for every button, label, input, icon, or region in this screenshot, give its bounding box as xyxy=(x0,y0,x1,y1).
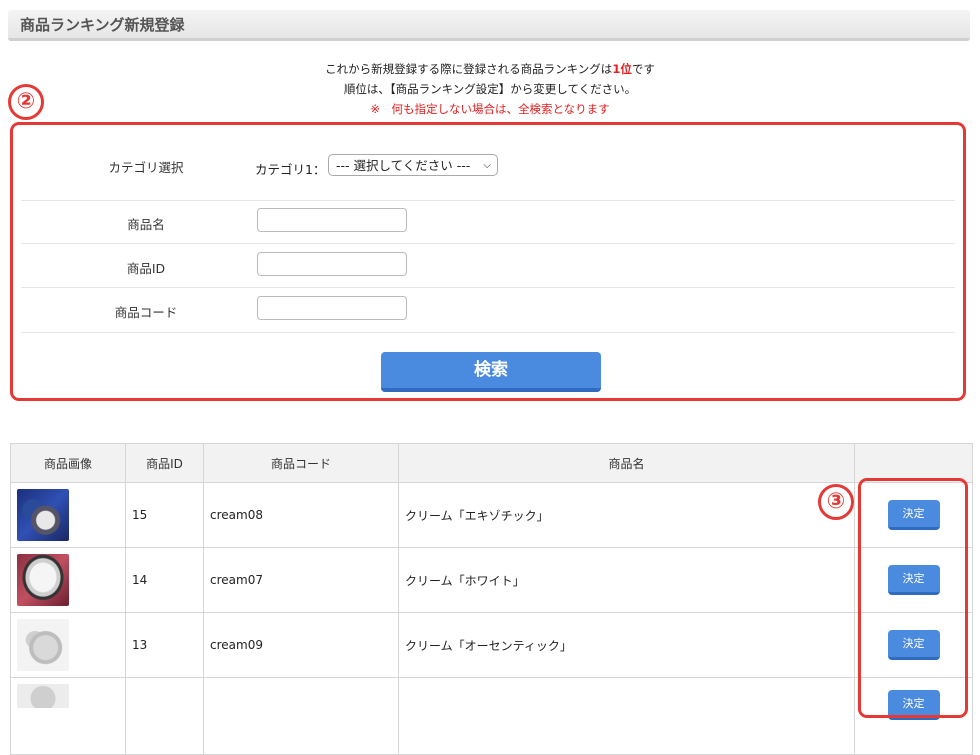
product-id-cell xyxy=(125,677,204,755)
product-code-cell: cream08 xyxy=(203,482,399,548)
notice-warning: ※ 何も指定しない場合は、全検索となります xyxy=(370,102,610,116)
product-name-label: 商品名 xyxy=(127,217,165,232)
annotation-marker-2: ② xyxy=(8,84,44,120)
notice-line-1: これから新規登録する際に登録される商品ランキングは1位です xyxy=(0,61,980,77)
table-row: 決定 xyxy=(10,677,973,755)
product-thumbnail xyxy=(17,489,69,541)
search-form: カテゴリ選択 カテゴリ1： --- 選択してください --- ⌵ 商品名 商品I… xyxy=(10,122,966,401)
product-thumbnail xyxy=(17,619,69,671)
category1-label: カテゴリ1： xyxy=(255,162,326,177)
product-id-label: 商品ID xyxy=(126,261,166,276)
search-button[interactable]: 検索 xyxy=(381,352,601,392)
page-title: 商品ランキング新規登録 xyxy=(20,16,185,34)
decide-column-highlight xyxy=(858,478,968,718)
product-id-row: 商品ID xyxy=(21,244,955,288)
product-image-cell xyxy=(10,482,126,548)
page-title-bar: 商品ランキング新規登録 xyxy=(8,10,970,41)
product-name-row: 商品名 xyxy=(21,200,955,244)
product-code-row: 商品コード xyxy=(21,288,955,333)
header-product-code: 商品コード xyxy=(203,443,399,483)
notice-text: これから新規登録する際に登録される商品ランキングは xyxy=(325,62,613,76)
product-name-cell: クリーム「エキゾチック」 xyxy=(398,482,855,548)
product-image-cell xyxy=(10,547,126,613)
table-row: 14 cream07 クリーム「ホワイト」 決定 xyxy=(10,547,973,613)
table-header-row: 商品画像 商品ID 商品コード 商品名 xyxy=(10,443,973,483)
header-product-id: 商品ID xyxy=(125,443,204,483)
category-row: カテゴリ選択 カテゴリ1： --- 選択してください --- ⌵ xyxy=(21,125,955,201)
product-id-cell: 15 xyxy=(125,482,204,548)
notice-text-suffix: です xyxy=(631,62,655,76)
product-image-cell xyxy=(10,677,126,755)
product-thumbnail xyxy=(17,554,69,606)
notice-line-2: 順位は、【商品ランキング設定】から変更してください。 xyxy=(343,82,637,96)
product-id-input[interactable] xyxy=(257,252,407,276)
table-row: 13 cream09 クリーム「オーセンティック」 決定 xyxy=(10,612,973,678)
product-name-cell: クリーム「ホワイト」 xyxy=(398,547,855,613)
product-name-cell: クリーム「オーセンティック」 xyxy=(398,612,855,678)
product-code-label: 商品コード xyxy=(114,305,178,320)
chevron-down-icon: ⌵ xyxy=(483,160,491,171)
header-product-image: 商品画像 xyxy=(10,443,126,483)
annotation-marker-3: ③ xyxy=(818,484,854,520)
header-action xyxy=(854,443,973,483)
product-code-cell xyxy=(203,677,399,755)
product-image-cell xyxy=(10,612,126,678)
category-select-value: --- 選択してください --- xyxy=(336,158,471,173)
category-select[interactable]: --- 選択してください --- ⌵ xyxy=(328,154,498,176)
product-id-cell: 14 xyxy=(125,547,204,613)
category-label: カテゴリ選択 xyxy=(108,160,184,175)
product-code-cell: cream07 xyxy=(203,547,399,613)
product-id-cell: 13 xyxy=(125,612,204,678)
product-code-cell: cream09 xyxy=(203,612,399,678)
product-name-cell xyxy=(398,677,855,755)
header-product-name: 商品名 xyxy=(398,443,855,483)
rank-value: 1位 xyxy=(612,62,632,76)
product-name-input[interactable] xyxy=(257,208,407,232)
product-thumbnail xyxy=(17,684,69,708)
product-code-input[interactable] xyxy=(257,296,407,320)
